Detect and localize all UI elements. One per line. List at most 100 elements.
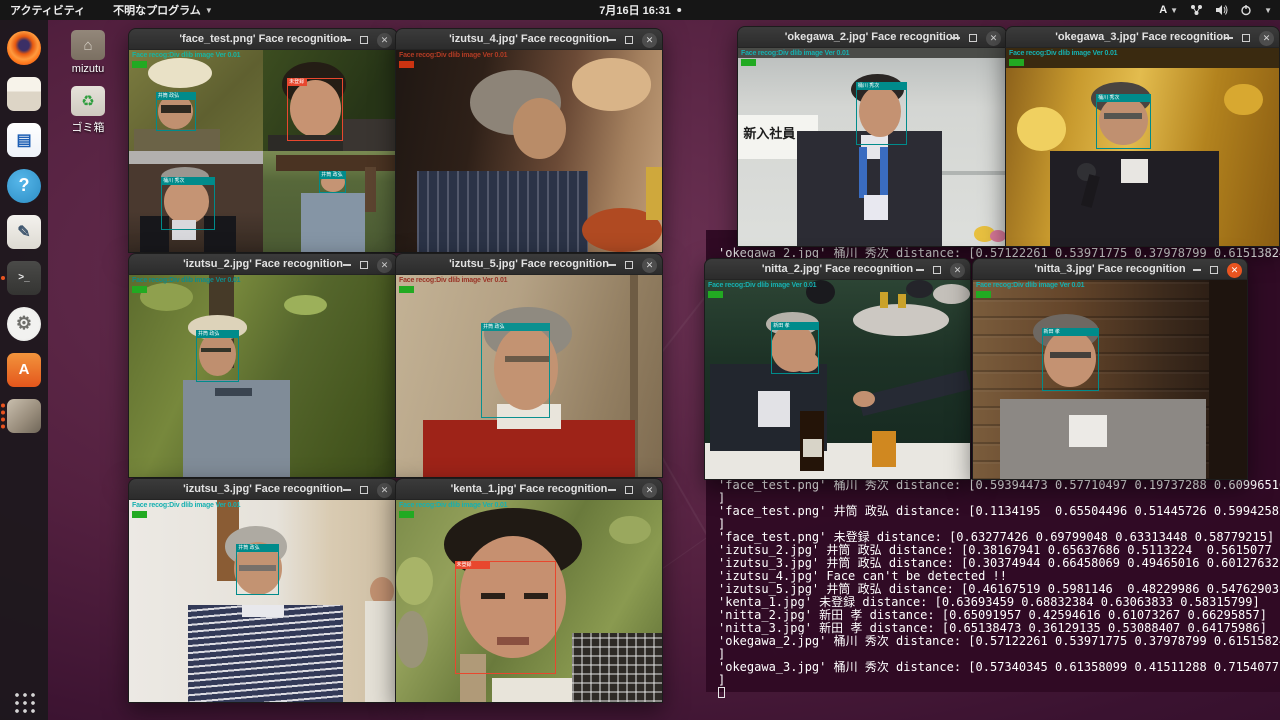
desktop-icon-mizutu[interactable]: ⌂mizutu xyxy=(56,30,120,75)
titlebar[interactable]: 'okegawa_3.jpg' Face recognition✕ xyxy=(1005,26,1280,48)
minimize-button[interactable] xyxy=(343,489,351,491)
window-content: Face recog:Div dlib image Ver 0.01桶川 秀次 xyxy=(1005,48,1280,247)
window-content: Face recog:Div dlib image Ver 0.01新田 孝 xyxy=(704,280,971,480)
dock-item-text-editor[interactable]: ✎ xyxy=(4,213,44,250)
window-okegawa_3[interactable]: 'okegawa_3.jpg' Face recognition✕Face re… xyxy=(1005,26,1280,247)
minimize-button[interactable] xyxy=(608,489,616,491)
face-label: 井筒 政弘 xyxy=(196,330,239,338)
close-button[interactable]: ✕ xyxy=(377,483,392,498)
maximize-button[interactable] xyxy=(933,266,941,274)
dock-item-libreoffice-writer[interactable]: ▤ xyxy=(4,121,44,158)
minimize-button[interactable] xyxy=(1225,37,1233,39)
titlebar[interactable]: 'izutsu_3.jpg' Face recognition✕ xyxy=(128,478,398,500)
window-izutsu_2[interactable]: 'izutsu_2.jpg' Face recognition✕Face rec… xyxy=(128,253,398,478)
photo-layer xyxy=(880,147,888,198)
close-button[interactable]: ✕ xyxy=(377,33,392,48)
minimize-button[interactable] xyxy=(952,37,960,39)
close-button[interactable]: ✕ xyxy=(642,483,657,498)
input-method-indicator[interactable]: A ▼ xyxy=(1159,4,1178,16)
close-button[interactable]: ✕ xyxy=(377,258,392,273)
window-izutsu_4[interactable]: 'izutsu_4.jpg' Face recognition✕Face rec… xyxy=(395,28,663,253)
face-detection-box: 新田 孝 xyxy=(771,322,819,374)
titlebar[interactable]: 'izutsu_4.jpg' Face recognition✕ xyxy=(395,28,663,50)
desktop-icon-ゴミ箱[interactable]: ♻ゴミ箱 xyxy=(56,86,120,135)
dock-item-firefox[interactable] xyxy=(4,29,44,66)
close-button[interactable]: ✕ xyxy=(1259,31,1274,46)
status-text: Face recog:Div dlib image Ver 0.01 xyxy=(132,502,240,509)
titlebar[interactable]: 'nitta_3.jpg' Face recognition ✕ xyxy=(972,258,1248,280)
status-badge xyxy=(741,59,756,66)
minimize-button[interactable] xyxy=(343,264,351,266)
window-nitta_3[interactable]: 'nitta_3.jpg' Face recognition ✕ Face reco… xyxy=(972,258,1248,480)
dock-item-help[interactable]: ? xyxy=(4,167,44,204)
titlebar[interactable]: 'kenta_1.jpg' Face recognition ✕ xyxy=(395,478,663,500)
window-controls: ✕ xyxy=(952,27,1001,49)
titlebar[interactable]: 'izutsu_5.jpg' Face recognition✕ xyxy=(395,253,663,275)
photo-layer xyxy=(188,605,343,702)
window-controls: ✕ xyxy=(343,254,392,276)
titlebar[interactable]: 'face_test.png' Face recognition✕ xyxy=(128,28,398,50)
photo-layer xyxy=(858,370,971,416)
status-text: Face recog:Div dlib image Ver 0.01 xyxy=(976,282,1084,289)
maximize-button[interactable] xyxy=(1210,266,1218,274)
maximize-button[interactable] xyxy=(360,486,368,494)
photo-layer xyxy=(492,678,572,702)
window-okegawa_2[interactable]: 'okegawa_2.jpg' Face recognition✕新入社員Fac… xyxy=(737,26,1007,247)
window-izutsu_3[interactable]: 'izutsu_3.jpg' Face recognition✕Face rec… xyxy=(128,478,398,703)
maximize-button[interactable] xyxy=(625,486,633,494)
photo-layer xyxy=(1209,280,1247,479)
window-kenta_1[interactable]: 'kenta_1.jpg' Face recognition ✕ Face reco… xyxy=(395,478,663,703)
maximize-button[interactable] xyxy=(969,34,977,42)
face-detection-box: 新田 孝 xyxy=(1042,328,1100,392)
window-izutsu_5[interactable]: 'izutsu_5.jpg' Face recognition✕Face rec… xyxy=(395,253,663,478)
face-label: 新田 孝 xyxy=(771,322,819,330)
dock-item-ubuntu-software[interactable]: A xyxy=(4,351,44,388)
dock-item-settings[interactable]: ⚙ xyxy=(4,305,44,342)
maximize-button[interactable] xyxy=(360,36,368,44)
face-label: 井筒 政弘 xyxy=(156,92,196,100)
maximize-button[interactable] xyxy=(360,261,368,269)
volume-icon xyxy=(1215,4,1228,16)
titlebar[interactable]: 'izutsu_2.jpg' Face recognition✕ xyxy=(128,253,398,275)
close-button[interactable]: ✕ xyxy=(1227,263,1242,278)
system-tray[interactable]: A ▼ ▼ xyxy=(1159,4,1272,16)
show-applications-button[interactable] xyxy=(12,690,36,714)
minimize-button[interactable] xyxy=(1193,269,1201,271)
window-face_test[interactable]: 'face_test.png' Face recognition✕Face re… xyxy=(128,28,398,253)
maximize-button[interactable] xyxy=(1242,34,1250,42)
minimize-button[interactable] xyxy=(608,39,616,41)
close-button[interactable]: ✕ xyxy=(986,31,1001,46)
dock-item-app-windows[interactable] xyxy=(4,397,44,434)
maximize-button[interactable] xyxy=(625,36,633,44)
activities-button[interactable]: アクティビティ xyxy=(10,2,85,18)
minimize-button[interactable] xyxy=(608,264,616,266)
face-detection-box: 桶川 秀次 xyxy=(161,177,215,230)
dock-item-terminal[interactable]: >_ xyxy=(4,259,44,296)
close-button[interactable]: ✕ xyxy=(642,33,657,48)
close-button[interactable]: ✕ xyxy=(642,258,657,273)
face-label: 桶川 秀次 xyxy=(1096,94,1151,102)
window-nitta_2[interactable]: 'nitta_2.jpg' Face recognition✕Face reco… xyxy=(704,258,971,480)
window-content: Face recog:Div dlib image Ver 0.01井筒 政弘 xyxy=(128,500,398,703)
status-text: Face recog:Div dlib image Ver 0.01 xyxy=(399,502,507,509)
face-label: 井筒 政弘 xyxy=(319,171,346,179)
minimize-button[interactable] xyxy=(343,39,351,41)
maximize-button[interactable] xyxy=(625,261,633,269)
photo-layer xyxy=(864,195,888,221)
titlebar[interactable]: 'nitta_2.jpg' Face recognition✕ xyxy=(704,258,971,280)
clock[interactable]: 7月16日 16:31 xyxy=(599,2,681,18)
photo-layer xyxy=(396,611,428,668)
window-controls: ✕ xyxy=(1225,27,1274,49)
window-title: 'nitta_3.jpg' Face recognition xyxy=(1034,263,1185,275)
photo-layer xyxy=(301,193,365,252)
window-content: Face recog:Div dlib image Ver 0.01 xyxy=(395,50,663,253)
app-menu[interactable]: 不明なプログラム ▼ xyxy=(113,2,213,18)
terminal-output[interactable]: 'face_test.png' 桶川 秀次 distance: [0.59394… xyxy=(718,479,1280,700)
window-title: 'okegawa_2.jpg' Face recognition xyxy=(785,31,960,43)
window-title: 'kenta_1.jpg' Face recognition xyxy=(451,483,608,495)
dock-item-files[interactable] xyxy=(4,75,44,112)
titlebar[interactable]: 'okegawa_2.jpg' Face recognition ✕ xyxy=(737,26,1007,48)
close-button[interactable]: ✕ xyxy=(950,263,965,278)
power-icon xyxy=(1240,4,1252,16)
minimize-button[interactable] xyxy=(916,269,924,271)
